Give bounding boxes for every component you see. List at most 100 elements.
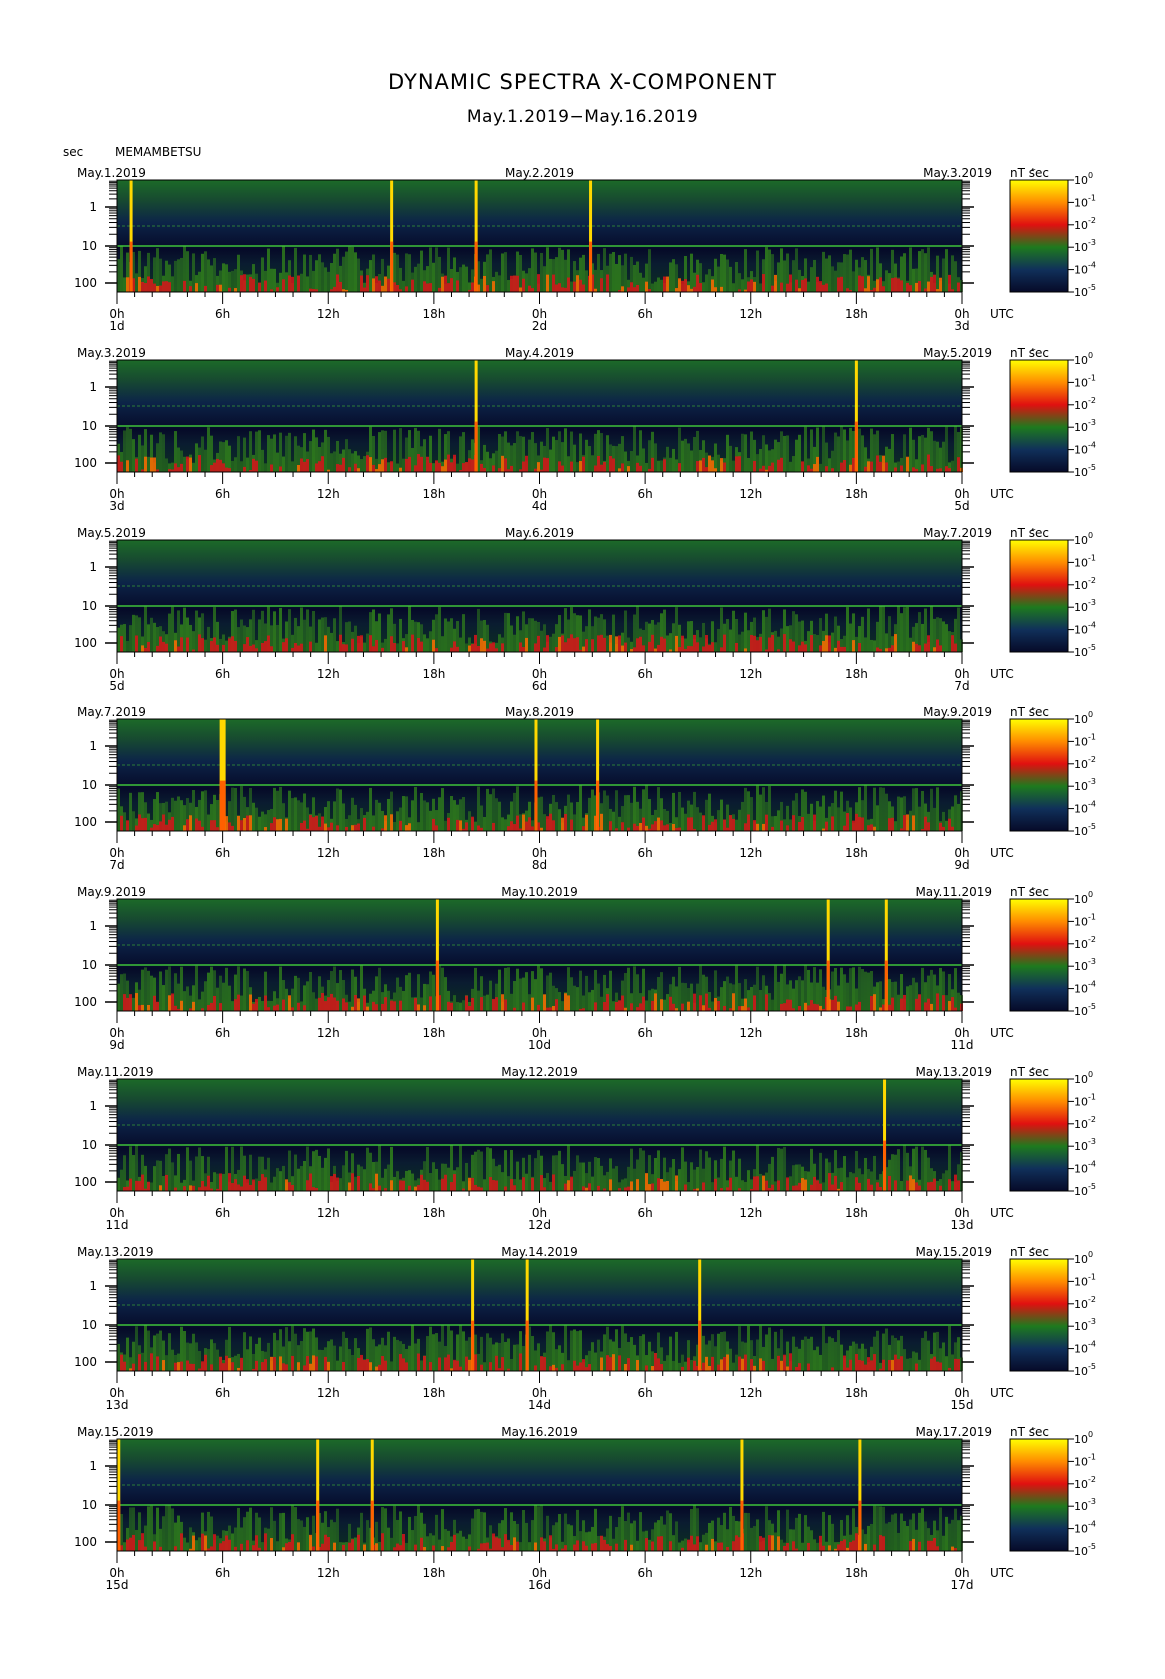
day-label: 15d (951, 1398, 974, 1412)
colorbar-tick-label: 10 (1074, 624, 1088, 637)
date-label: May.10.2019 (501, 887, 578, 899)
y-unit-label: sec (63, 145, 84, 159)
colorbar-tick-exponent: -5 (1088, 643, 1096, 652)
x-tick-label: 18h (845, 1566, 868, 1580)
colorbar-tick-label: 10 (1074, 1545, 1088, 1558)
broadband-spike-base (740, 1500, 744, 1551)
x-tick-label: 6h (638, 846, 653, 860)
x-tick-label: 18h (845, 487, 868, 501)
colorbar-tick-label: 10 (1074, 1433, 1088, 1446)
colorbar-tick-exponent: -1 (1088, 1272, 1096, 1281)
colorbar-tick-exponent: -2 (1088, 755, 1096, 764)
colorbar-tick-label: 10 (1074, 1523, 1088, 1536)
day-label: 13d (106, 1398, 129, 1412)
y-tick-label: 10 (82, 239, 97, 253)
y-tick-label: 100 (74, 456, 97, 470)
y-tick-label: 1 (89, 739, 97, 753)
colorbar-tick-label: 10 (1074, 960, 1088, 973)
day-label: 10d (528, 1038, 551, 1052)
x-tick-label: 12h (739, 1026, 762, 1040)
colorbar-unit: nT sec (1010, 1247, 1049, 1259)
colorbar-tick-exponent: -4 (1088, 1340, 1096, 1349)
colorbar (1009, 1438, 1069, 1552)
colorbar-tick-exponent: -2 (1088, 1295, 1096, 1304)
spectrogram-svg: 1101000h 6h 12h 18h 0h 6h 12h 18h 0h UTC13d 14d 15d… (74, 1247, 1096, 1412)
date-label: May.8.2019 (505, 707, 574, 719)
colorbar-tick-exponent: -4 (1088, 800, 1096, 809)
colorbar-unit-exponent: 2 (1031, 1067, 1036, 1071)
colorbar-tick-exponent: -4 (1088, 261, 1096, 270)
colorbar-tick-label: 10 (1074, 1073, 1088, 1086)
x-tick-label: 6h (638, 1386, 653, 1400)
colorbar-tick-exponent: 0 (1088, 1250, 1093, 1259)
colorbar-unit-exponent: 2 (1031, 707, 1036, 711)
colorbar-tick-label: 10 (1074, 196, 1088, 209)
date-label: May.4.2019 (505, 348, 574, 360)
colorbar-tick-label: 10 (1074, 1095, 1088, 1108)
x-tick-label: 12h (739, 1206, 762, 1220)
day-label: 16d (528, 1578, 551, 1592)
x-tick-label: 18h (845, 1206, 868, 1220)
colorbar-tick-label: 10 (1074, 444, 1088, 457)
x-tick-label: 18h (422, 1206, 445, 1220)
colorbar-tick-label: 10 (1074, 174, 1088, 187)
colorbar-unit: nT sec (1010, 1427, 1049, 1439)
x-tick-label: 12h (317, 1566, 340, 1580)
broadband-spike-base (698, 1320, 702, 1371)
colorbar-unit-exponent: 2 (1031, 528, 1036, 532)
colorbar-tick-label: 10 (1074, 1005, 1088, 1018)
broadband-spike-base (884, 960, 888, 1011)
x-tick-label: 12h (317, 667, 340, 681)
spectra-panel: 1 10 100 0h 6h 12h 18h 0h 6h 12h 18h 0h UTC 1d 2d 3d May… (0, 168, 1165, 346)
colorbar-unit: nT sec (1010, 348, 1049, 360)
colorbar (1009, 898, 1069, 1012)
x-tick-label: 12h (739, 487, 762, 501)
colorbar-tick-label: 10 (1074, 399, 1088, 412)
day-label: 15d (106, 1578, 129, 1592)
colorbar-tick-label: 10 (1074, 466, 1088, 479)
y-tick-label: 10 (82, 1318, 97, 1332)
colorbar-tick-label: 10 (1074, 713, 1088, 726)
x-tick-label: 18h (422, 307, 445, 321)
colorbar-tick-label: 10 (1074, 1478, 1088, 1491)
x-tick-label: 12h (739, 1386, 762, 1400)
x-tick-label: 6h (638, 667, 653, 681)
colorbar-tick-exponent: -2 (1088, 396, 1096, 405)
broadband-spike-base (858, 1500, 862, 1551)
colorbar-tick-label: 10 (1074, 219, 1088, 232)
spectra-panel: 1 10 100 0h 6h 12h 18h 0h 6h 12h 18h 0h UTC 5d 6d 7d May… (0, 528, 1165, 706)
colorbar-tick-exponent: -4 (1088, 980, 1096, 989)
x-tick-label: 18h (845, 1386, 868, 1400)
colorbar-tick-exponent: 0 (1088, 890, 1093, 899)
spectra-panel: 1 10 100 0h 6h 12h 18h 0h 6h 12h 18h 0h UTC 11d 12d 13d… (0, 1067, 1165, 1245)
x-tick-label: 12h (317, 1026, 340, 1040)
x-tick-label: 12h (739, 1566, 762, 1580)
colorbar (1009, 539, 1069, 653)
spectra-panel: 1 10 100 0h 6h 12h 18h 0h 6h 12h 18h 0h UTC 15d 16d 17d… (0, 1427, 1165, 1605)
date-label: May.5.2019 (77, 528, 146, 540)
colorbar-unit-exponent: 2 (1031, 168, 1036, 172)
chart-subtitle: May.1.2019−May.16.2019 (466, 107, 699, 127)
colorbar (1009, 359, 1069, 473)
x-tick-label: 18h (422, 1566, 445, 1580)
x-tick-label: 12h (317, 487, 340, 501)
colorbar-tick-exponent: 0 (1088, 531, 1093, 540)
y-tick-label: 1 (89, 560, 97, 574)
x-tick-label: 6h (638, 1566, 653, 1580)
colorbar-tick-exponent: -5 (1088, 463, 1096, 472)
colorbar-tick-label: 10 (1074, 1298, 1088, 1311)
colorbar-tick-exponent: -4 (1088, 1520, 1096, 1529)
colorbar-tick-label: 10 (1074, 1185, 1088, 1198)
broadband-spike-base (370, 1500, 374, 1551)
broadband-spike-base (596, 780, 600, 831)
colorbar-tick-label: 10 (1074, 1275, 1088, 1288)
x-tick-label: 12h (739, 846, 762, 860)
spectra-panel: 1 10 100 0h 6h 12h 18h 0h 6h 12h 18h 0h UTC 9d 10d 11d M… (0, 887, 1165, 1065)
colorbar-tick-label: 10 (1074, 735, 1088, 748)
colorbar-tick-exponent: -2 (1088, 216, 1096, 225)
day-label: 5d (954, 499, 969, 513)
broadband-spike-base (826, 960, 830, 1011)
day-label: 12d (528, 1218, 551, 1232)
date-label: May.11.2019 (77, 1067, 154, 1079)
broadband-spike-base (435, 960, 439, 1011)
